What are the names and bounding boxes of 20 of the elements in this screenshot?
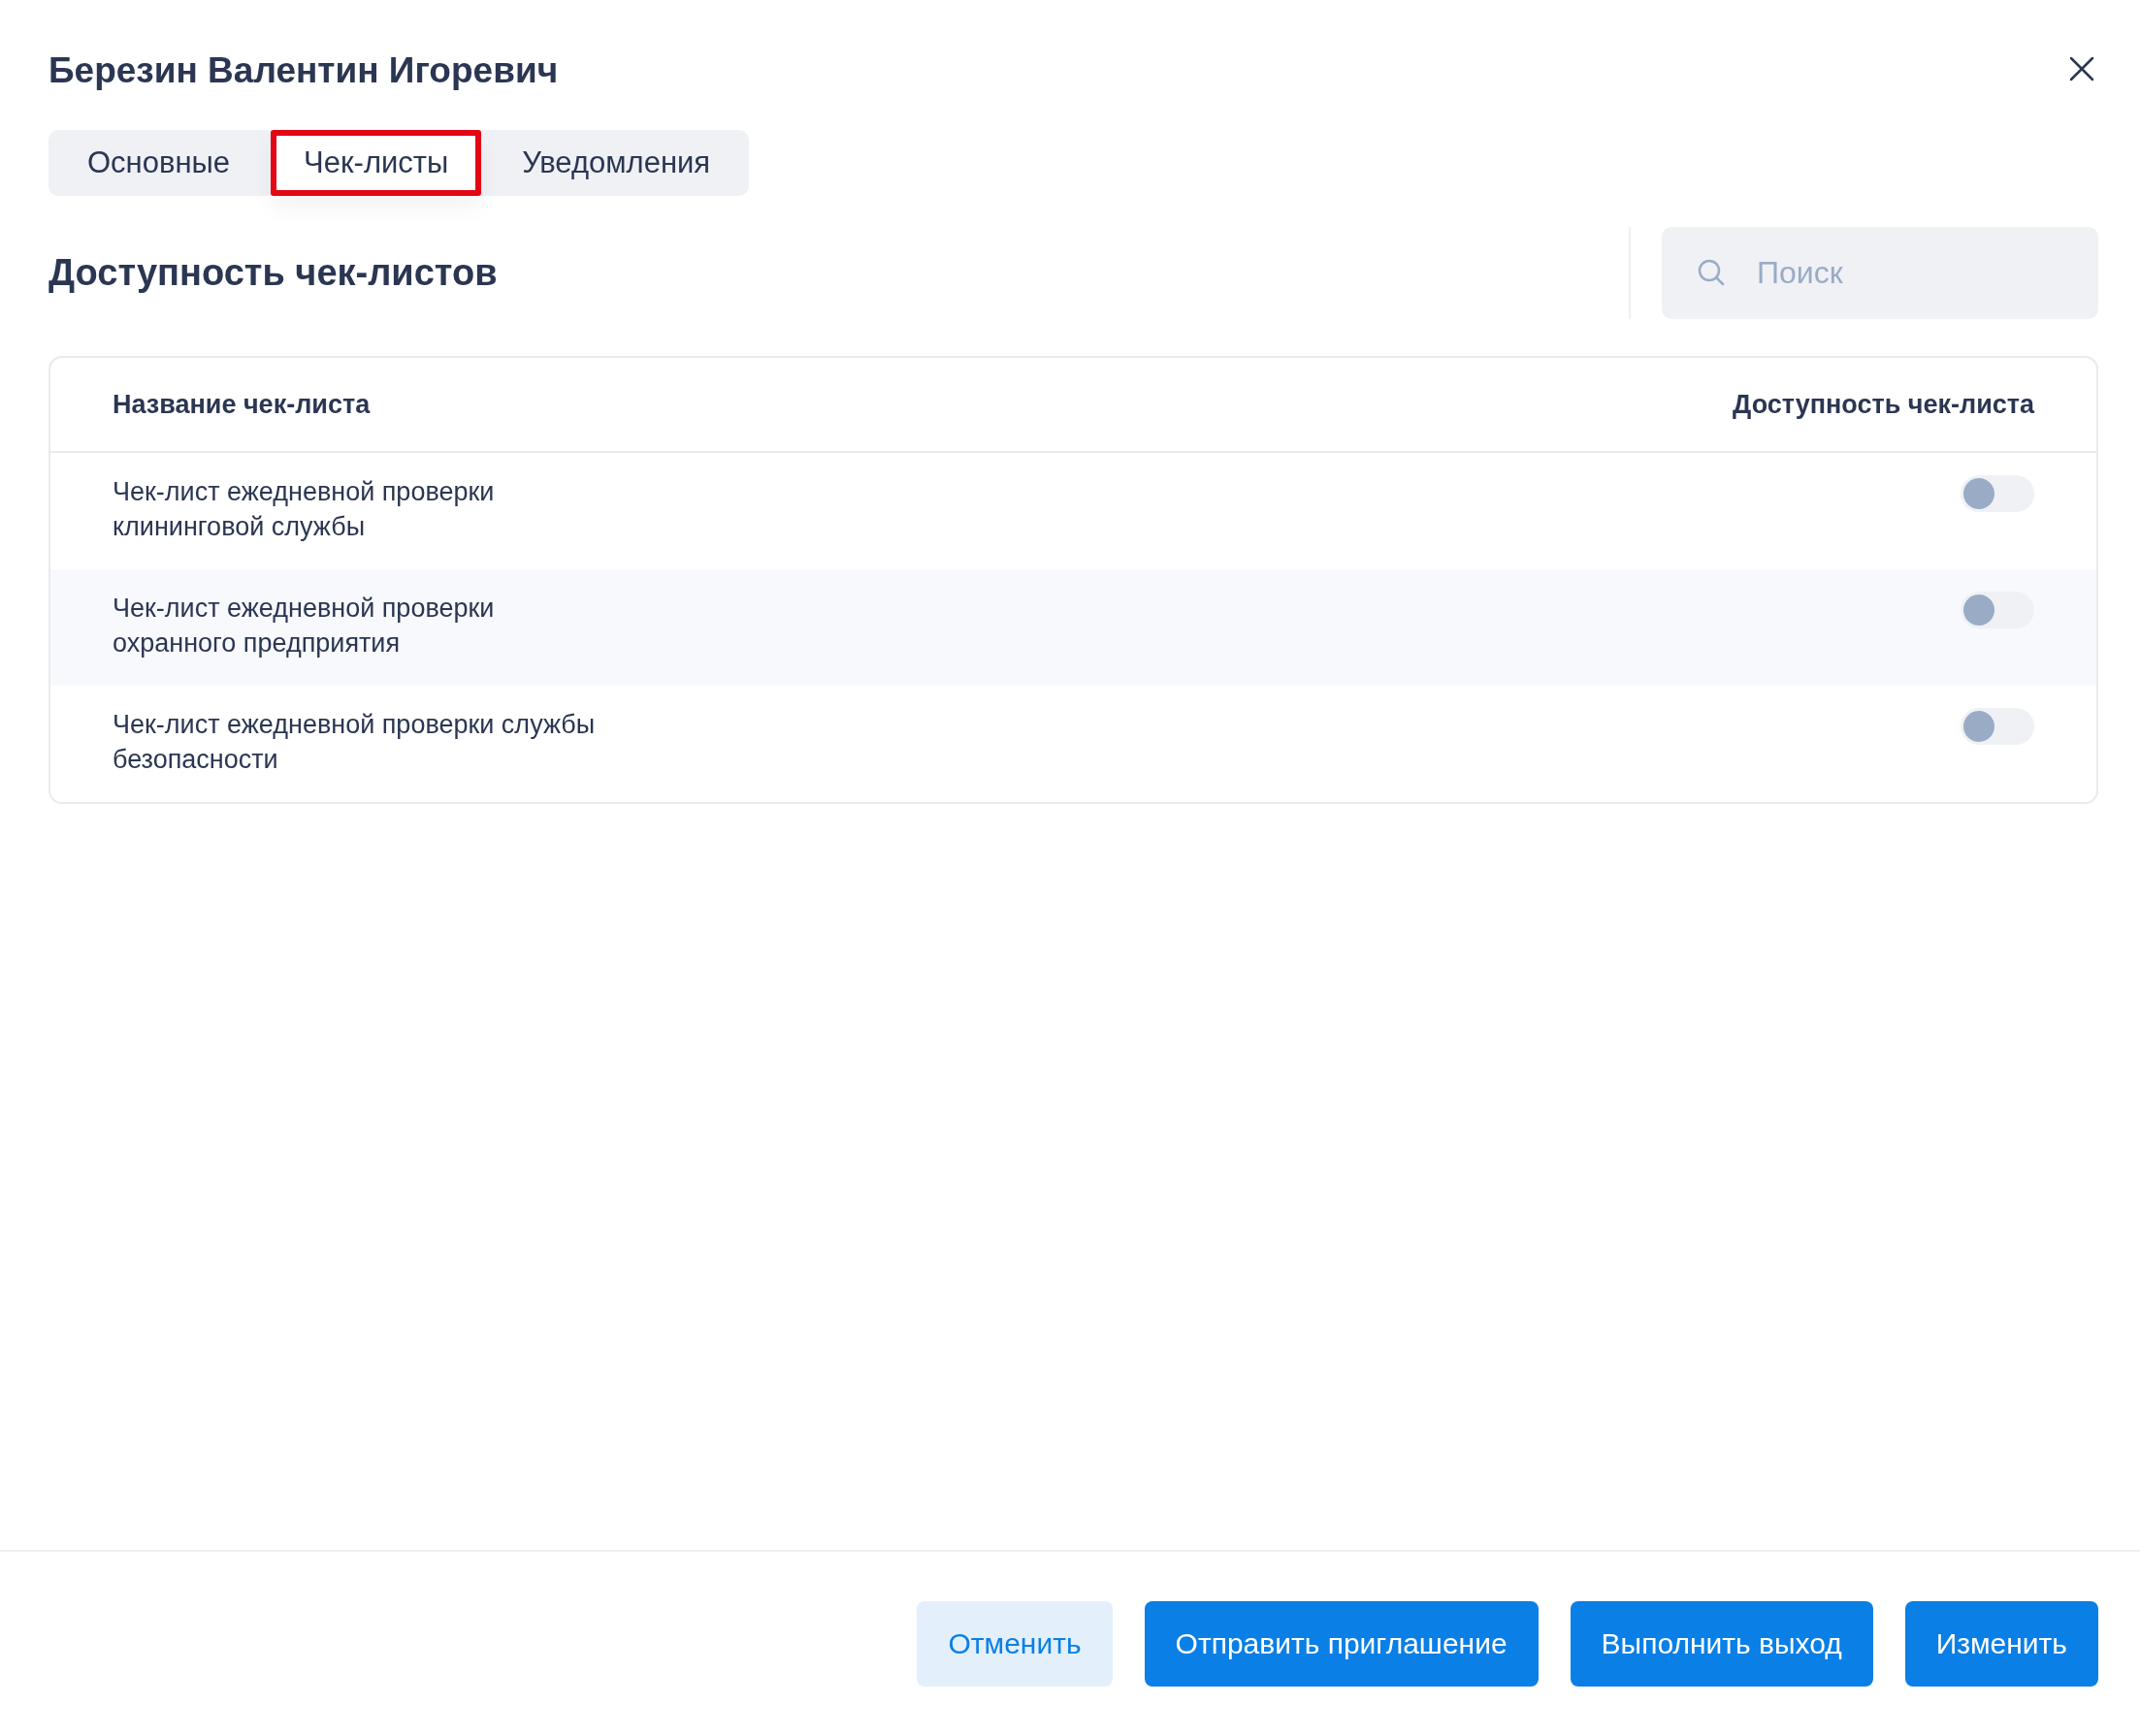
checklist-name: Чек-лист ежедневной проверки службы безопасности [113,709,597,776]
close-icon [2069,56,2094,81]
primary-button[interactable]: Отправить приглашение [1144,1601,1539,1687]
tab[interactable]: Уведомления [489,130,744,196]
availability-toggle[interactable] [1961,475,2034,512]
primary-button[interactable]: Выполнить выход [1570,1601,1873,1687]
search-icon [1697,258,1726,287]
cancel-button[interactable]: Отменить [917,1601,1113,1687]
column-header: Доступность чек-листа [1733,389,2034,420]
column-header: Название чек-листа [113,389,371,420]
checklist-name: Чек-лист ежедневной проверки охранного предприятия [113,593,496,659]
section-title: Доступность чек-листов [49,252,499,294]
tab[interactable]: Чек-листы [271,130,482,196]
availability-toggle[interactable] [1961,708,2034,745]
dialog-title: Березин Валентин Игоревич [49,50,559,91]
availability-toggle[interactable] [1961,592,2034,628]
tab[interactable]: Основные [54,130,264,196]
checklist-name: Чек-лист ежедневной проверки клининговой службы [113,476,496,543]
search-field[interactable]: Поиск [1662,227,2098,319]
primary-button[interactable]: Изменить [1904,1601,2098,1687]
